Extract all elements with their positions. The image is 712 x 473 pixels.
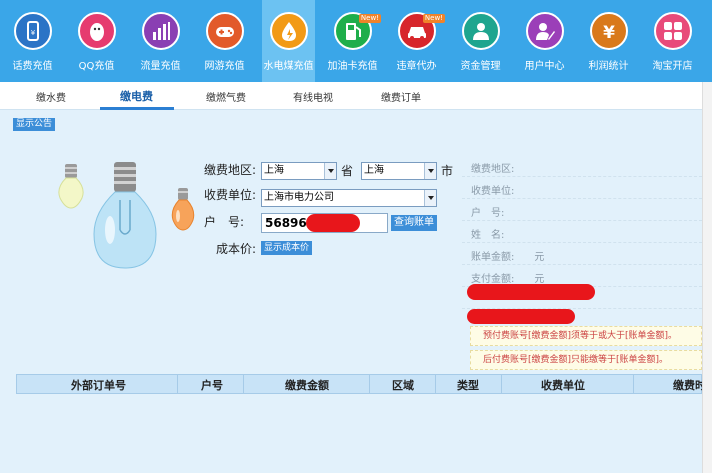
- province-select[interactable]: 上海: [261, 162, 337, 180]
- unit-label: 收费单位:: [204, 188, 257, 202]
- nav-label: 加油卡充值: [327, 61, 378, 72]
- postpaid-note-text: 后付费账号[缴费金额]只能缴等于[账单金额]。: [483, 355, 669, 365]
- nav-label: 流量充值: [140, 61, 181, 72]
- tab-electricity[interactable]: 缴电费: [120, 88, 153, 104]
- nav-phone-recharge[interactable]: ¥ 话费充值: [6, 0, 59, 82]
- nav-label: 利润统计: [588, 61, 629, 72]
- chevron-down-icon: [424, 163, 436, 179]
- orange-bulb-icon: [171, 188, 195, 231]
- col-type[interactable]: 类型: [457, 377, 479, 393]
- bar-chart-icon: [141, 12, 180, 50]
- nav-user-center[interactable]: 用户中心: [518, 0, 571, 82]
- col-order-id[interactable]: 外部订单号: [71, 377, 126, 393]
- unit-select[interactable]: 上海市电力公司: [261, 189, 437, 207]
- nav-utility-recharge[interactable]: 水电煤充值: [262, 0, 315, 82]
- city-unit: 市: [441, 164, 454, 178]
- nav-game-recharge[interactable]: 网游充值: [198, 0, 251, 82]
- nav-label: QQ充值: [78, 61, 115, 72]
- nav-funds[interactable]: 资金管理: [454, 0, 507, 82]
- tab-water[interactable]: 缴水费: [36, 89, 66, 104]
- info-row: 姓 名:: [462, 221, 702, 243]
- chevron-down-icon: [324, 163, 336, 179]
- unit-value: 上海市电力公司: [264, 192, 334, 203]
- small-bulb-icon: [58, 164, 84, 209]
- city-select[interactable]: 上海: [361, 162, 437, 180]
- nav-label: 资金管理: [460, 61, 501, 72]
- tab-cable-tv[interactable]: 有线电视: [293, 89, 333, 104]
- chevron-down-icon: [424, 190, 436, 206]
- info-row-label: 缴费地区:: [471, 164, 515, 175]
- vertical-scrollbar[interactable]: [702, 82, 712, 473]
- province-unit: 省: [341, 164, 354, 178]
- yen-icon: ¥: [589, 12, 628, 50]
- region-label: 缴费地区:: [204, 163, 257, 177]
- info-row: 收费单位:: [462, 177, 702, 199]
- svg-text:¥: ¥: [603, 23, 615, 42]
- nav-violation[interactable]: 违章代办 New!: [390, 0, 445, 82]
- prepaid-note: 预付费账号[缴费金额]须等于或大于[账单金额]。: [470, 326, 702, 346]
- postpaid-note: 后付费账号[缴费金额]只能缴等于[账单金额]。: [470, 350, 702, 370]
- gamepad-icon: [205, 12, 244, 50]
- col-fee-unit[interactable]: 收费单位: [541, 377, 585, 393]
- info-row-label: 支付金额: 元: [471, 274, 545, 285]
- nav-fuel-card[interactable]: 加油卡充值 New!: [326, 0, 381, 82]
- orders-table-header: 外部订单号 户号 缴费金额 区域 类型 收费单位 缴费时间: [16, 374, 703, 394]
- svg-text:¥: ¥: [30, 29, 35, 37]
- info-row: 账单金额: 元: [462, 243, 702, 265]
- info-row: 缴费地区:: [462, 155, 702, 177]
- info-row-label: 账单金额: 元: [471, 252, 545, 263]
- col-account[interactable]: 户号: [201, 377, 223, 393]
- col-region[interactable]: 区域: [392, 377, 414, 393]
- nav-taobao-shop[interactable]: 淘宝开店: [646, 0, 699, 82]
- info-row-label: 户 号:: [471, 208, 505, 219]
- nav-profit-stats[interactable]: ¥ 利润统计: [582, 0, 635, 82]
- col-amount[interactable]: 缴费金额: [285, 377, 329, 393]
- query-bill-button[interactable]: 查询账单: [391, 215, 437, 231]
- account-label: 户 号:: [204, 215, 245, 229]
- nav-qq-recharge[interactable]: QQ充值: [70, 0, 123, 82]
- city-value: 上海: [364, 165, 384, 176]
- large-bulb-icon: [93, 162, 157, 269]
- nav-label: 违章代办: [396, 61, 437, 72]
- nav-label: 用户中心: [524, 61, 565, 72]
- user-edit-icon: [525, 12, 564, 50]
- province-value: 上海: [264, 165, 284, 176]
- nav-data-recharge[interactable]: 流量充值: [134, 0, 187, 82]
- new-badge: New!: [422, 14, 445, 23]
- user-money-icon: [461, 12, 500, 50]
- qq-penguin-icon: [77, 12, 116, 50]
- show-cost-button[interactable]: 显示成本价: [261, 241, 313, 255]
- taobao-icon: [653, 12, 692, 50]
- nav-label: 话费充值: [12, 61, 53, 72]
- info-row-label: 收费单位:: [471, 186, 515, 197]
- water-fire-icon: [269, 12, 308, 50]
- tab-orders[interactable]: 缴费订单: [381, 89, 421, 104]
- top-nav: ¥ 话费充值 QQ充值 流量充值 网游充值 水电煤充值 加油卡充值 New! 违章代办 New! 资…: [0, 0, 712, 82]
- sub-tabs: 缴水费 缴电费 缴燃气费 有线电视 缴费订单: [0, 82, 712, 110]
- new-badge: New!: [358, 14, 381, 23]
- redaction-mark: [306, 214, 360, 232]
- info-row: 户 号:: [462, 199, 702, 221]
- redaction-mark: [467, 284, 595, 300]
- prepaid-note-text: 预付费账号[缴费金额]须等于或大于[账单金额]。: [483, 331, 678, 341]
- cost-label: 成本价:: [216, 242, 257, 256]
- active-tab-underline: [100, 107, 174, 110]
- nav-label: 网游充值: [204, 61, 245, 72]
- redaction-mark: [467, 309, 575, 324]
- nav-label: 水电煤充值: [263, 61, 314, 72]
- nav-label: 淘宝开店: [652, 61, 693, 72]
- show-notice-button[interactable]: 显示公告: [13, 118, 56, 131]
- info-row-label: 姓 名:: [471, 230, 505, 241]
- col-pay-time[interactable]: 缴费时间: [673, 377, 703, 393]
- phone-icon: ¥: [13, 12, 52, 50]
- tab-gas[interactable]: 缴燃气费: [206, 89, 246, 104]
